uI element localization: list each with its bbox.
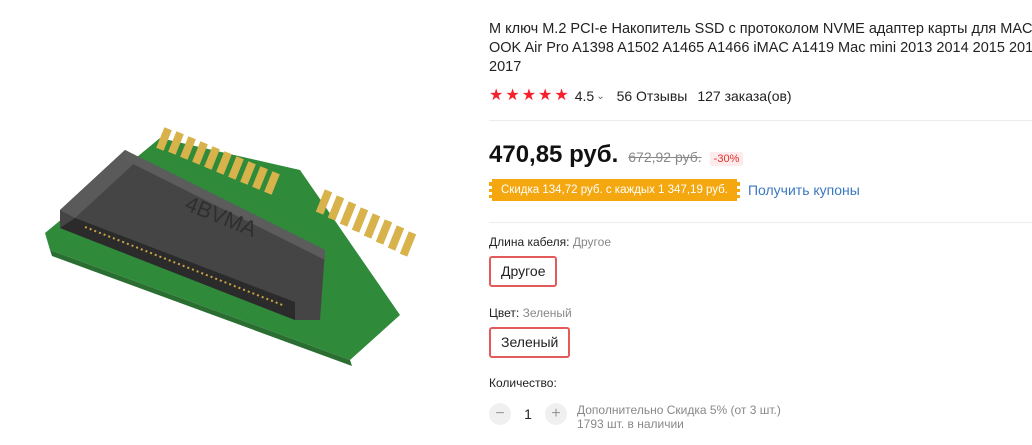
quantity-label: Количество:	[489, 376, 557, 390]
current-price: 470,85 руб.	[489, 141, 619, 168]
star-icon: ★	[538, 87, 553, 104]
option-name: Длина кабеля:	[489, 235, 570, 249]
get-coupons-link[interactable]: Получить купоны	[748, 182, 860, 198]
quantity-stepper: − 1 + Дополнительно Скидка 5% (от 3 шт.)…	[489, 403, 781, 431]
star-icon: ★	[521, 87, 537, 104]
option-label-color: Цвет: Зеленый	[489, 306, 572, 320]
product-title: М ключ M.2 PCI-e Накопитель SSD с проток…	[489, 21, 1032, 75]
option-name: Цвет:	[489, 306, 520, 320]
product-image: 4BVMA	[45, 127, 417, 366]
rating-value[interactable]: 4.5	[575, 88, 594, 104]
discount-badge: -30%	[709, 152, 744, 166]
option-cable-length-other[interactable]: Другое	[489, 256, 558, 287]
divider	[489, 120, 1032, 121]
option-color-green[interactable]: Зеленый	[489, 327, 571, 358]
option-label-cable-length: Длина кабеля: Другое	[489, 235, 611, 249]
option-value: Зеленый	[522, 306, 572, 320]
coupon-badge: Скидка 134,72 руб. с каждых 1 347,19 руб…	[489, 179, 740, 201]
rating-stars: ★ ★ ★ ★ ★	[489, 88, 569, 104]
quantity-info: Дополнительно Скидка 5% (от 3 шт.) 1793 …	[577, 403, 781, 431]
decrease-quantity-button[interactable]: −	[489, 403, 511, 425]
stock-text: 1793 шт. в наличии	[577, 417, 684, 431]
old-price: 672,92 руб.	[628, 149, 702, 165]
extra-discount-text: Дополнительно Скидка 5% (от 3 шт.)	[577, 403, 781, 417]
product-image-pane: 4BVMA	[0, 0, 470, 445]
product-info: М ключ M.2 PCI-e Накопитель SSD с проток…	[489, 0, 1032, 445]
increase-quantity-button[interactable]: +	[545, 403, 567, 425]
quantity-input[interactable]: 1	[511, 403, 545, 425]
star-icon: ★	[505, 87, 520, 104]
rating-row: ★ ★ ★ ★ ★ 4.5 ⌄ 56 Отзывы 127 заказа(ов)	[489, 87, 792, 105]
chevron-down-icon[interactable]: ⌄	[596, 91, 604, 102]
reviews-link[interactable]: 56 Отзывы	[617, 88, 688, 104]
coupon-row: Скидка 134,72 руб. с каждых 1 347,19 руб…	[489, 179, 860, 201]
price-row: 470,85 руб. 672,92 руб. -30%	[489, 141, 744, 169]
option-value: Другое	[572, 235, 611, 249]
divider	[489, 222, 1032, 223]
star-icon: ★	[489, 87, 504, 104]
orders-count: 127 заказа(ов)	[697, 88, 792, 104]
star-icon: ★	[554, 87, 569, 104]
